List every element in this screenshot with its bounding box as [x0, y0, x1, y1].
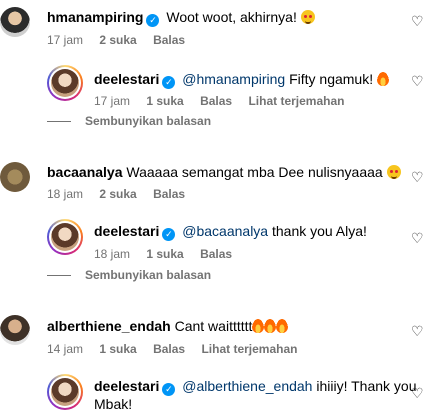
mention-link[interactable]: @alberthiene_endah: [182, 378, 312, 394]
timestamp[interactable]: 17 jam: [94, 94, 130, 108]
reply-button[interactable]: Balas: [153, 187, 185, 201]
likes-count[interactable]: 1 suka: [146, 247, 183, 261]
verified-badge-icon: ✓: [162, 228, 176, 241]
comment-text: Mbak!: [94, 396, 133, 412]
fire-emoji: [252, 319, 265, 333]
heart-outline-icon[interactable]: ♡: [411, 386, 425, 400]
verified-badge-icon: ✓: [162, 76, 176, 89]
avatar[interactable]: [0, 162, 30, 192]
heart-eyes-emoji: [300, 10, 315, 24]
heart-outline-icon[interactable]: ♡: [411, 14, 425, 28]
username[interactable]: alberthiene_endah: [47, 318, 171, 334]
mention-link[interactable]: @bacaanalya: [182, 223, 268, 239]
divider: [47, 121, 71, 123]
avatar[interactable]: [47, 374, 83, 410]
hide-replies-button[interactable]: Sembunyikan balasan: [47, 114, 211, 128]
hide-replies-label: Sembunyikan balasan: [85, 114, 212, 128]
comment-meta: 14 jam 1 suka Balas Lihat terjemahan: [47, 342, 310, 356]
comment-line: deelestari ✓ @bacaanalya thank you Alya!: [94, 222, 367, 241]
translate-button[interactable]: Lihat terjemahan: [248, 94, 344, 108]
comment-line: alberthiene_endah Cant waitttttt: [47, 317, 289, 335]
comment-meta: 18 jam 1 suka Balas: [94, 247, 245, 261]
comment-alberthiene-endah: alberthiene_endah Cant waitttttt 14 jam …: [0, 310, 438, 360]
comment-meta: 18 jam 2 suka Balas: [47, 187, 198, 201]
comment-text: Cant waitttttt: [174, 318, 253, 334]
comment-line: bacaanalya Waaaaa semangat mba Dee nulis…: [47, 163, 401, 181]
likes-count[interactable]: 2 suka: [99, 187, 136, 201]
fire-emoji: [377, 72, 389, 86]
reply-button[interactable]: Balas: [153, 342, 185, 356]
comment-line: deelestari ✓ @alberthiene_endah ihiiiy! T…: [94, 377, 417, 396]
heart-outline-icon[interactable]: ♡: [411, 231, 425, 245]
hide-replies-label: Sembunyikan balasan: [85, 268, 212, 282]
timestamp[interactable]: 18 jam: [94, 247, 130, 261]
likes-count[interactable]: 2 suka: [99, 33, 136, 47]
likes-count[interactable]: 1 suka: [99, 342, 136, 356]
comment-bacaanalya: bacaanalya Waaaaa semangat mba Dee nulis…: [0, 158, 438, 208]
comment-line: hmanampiring ✓ Woot woot, akhirnya!: [47, 8, 315, 27]
fire-emoji: [264, 319, 277, 333]
divider: [47, 275, 71, 277]
comment-text: Woot woot, akhirnya!: [166, 9, 297, 25]
comment-text: Fifty ngamuk!: [289, 71, 374, 87]
reply-deelestari: deelestari ✓ @alberthiene_endah ihiiiy! T…: [0, 370, 438, 416]
reply-deelestari: deelestari ✓ @bacaanalya thank you Alya! …: [0, 216, 438, 266]
reply-button[interactable]: Balas: [153, 33, 185, 47]
avatar[interactable]: [0, 315, 30, 345]
comment-text: ihiiiy! Thank you: [316, 378, 417, 394]
comment-text: thank you Alya!: [271, 223, 367, 239]
comment-meta: 17 jam 2 suka Balas: [47, 33, 198, 47]
heart-outline-icon[interactable]: ♡: [411, 170, 425, 184]
comment-line-continued: Mbak!: [94, 395, 132, 413]
likes-count[interactable]: 1 suka: [146, 94, 183, 108]
verified-badge-icon: ✓: [162, 383, 176, 396]
comment-text: Waaaaa semangat mba Dee nulisnyaaaa: [126, 164, 383, 180]
comment-hmanampiring: hmanampiring ✓ Woot woot, akhirnya! 17 ja…: [0, 0, 438, 50]
comment-meta: 17 jam 1 suka Balas Lihat terjemahan: [94, 94, 357, 108]
mention-link[interactable]: @hmanampiring: [182, 71, 285, 87]
fire-emoji: [276, 319, 289, 333]
heart-outline-icon[interactable]: ♡: [411, 324, 425, 338]
avatar[interactable]: [0, 7, 30, 37]
heart-outline-icon[interactable]: ♡: [411, 74, 425, 88]
timestamp[interactable]: 17 jam: [47, 33, 83, 47]
avatar[interactable]: [47, 219, 83, 255]
username[interactable]: deelestari: [94, 223, 159, 239]
verified-badge-icon: ✓: [146, 14, 160, 27]
username[interactable]: deelestari: [94, 71, 159, 87]
username[interactable]: bacaanalya: [47, 164, 123, 180]
reply-deelestari: deelestari ✓ @hmanampiring Fifty ngamuk! …: [0, 60, 438, 110]
timestamp[interactable]: 14 jam: [47, 342, 83, 356]
comment-line: deelestari ✓ @hmanampiring Fifty ngamuk!: [94, 70, 389, 89]
reply-button[interactable]: Balas: [200, 247, 232, 261]
username[interactable]: deelestari: [94, 378, 159, 394]
timestamp[interactable]: 18 jam: [47, 187, 83, 201]
hide-replies-button[interactable]: Sembunyikan balasan: [47, 268, 211, 282]
reply-button[interactable]: Balas: [200, 94, 232, 108]
heart-eyes-emoji: [386, 165, 401, 179]
avatar[interactable]: [47, 65, 83, 101]
translate-button[interactable]: Lihat terjemahan: [201, 342, 297, 356]
username[interactable]: hmanampiring: [47, 9, 143, 25]
